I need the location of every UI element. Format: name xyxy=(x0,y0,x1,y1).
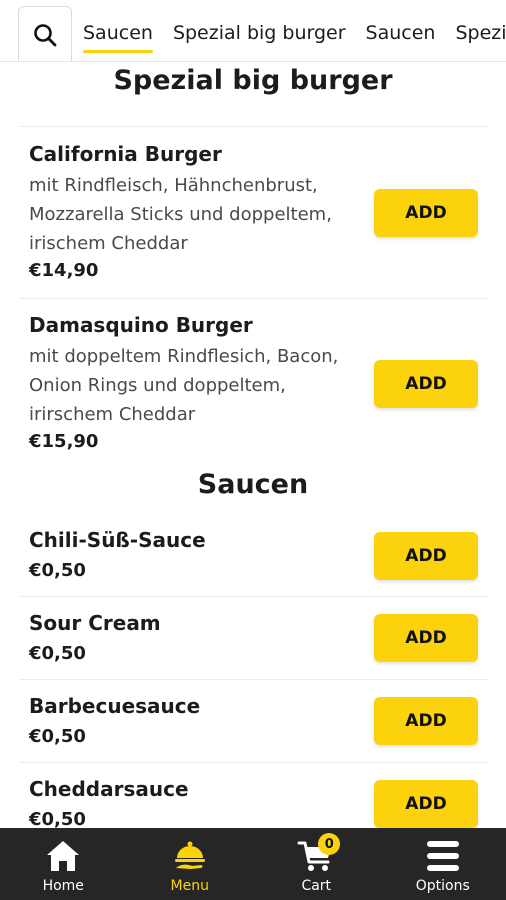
add-button[interactable]: ADD xyxy=(374,780,478,828)
item-description: mit Rindfleisch, Hähnchenbrust, Mozzarel… xyxy=(29,175,332,254)
item-name: Chili-Süß-Sauce xyxy=(29,528,206,552)
item-price: €0,50 xyxy=(29,726,86,747)
item-price: €0,50 xyxy=(29,643,86,664)
tab-saucen[interactable]: Saucen xyxy=(83,0,153,61)
search-button[interactable] xyxy=(18,6,72,61)
section-title-saucen: Saucen xyxy=(197,469,309,500)
category-tab-bar: Saucen Spezial big burger Saucen Spezial… xyxy=(0,0,506,62)
nav-home[interactable]: Home xyxy=(0,828,127,900)
tab-spezial-big-burger[interactable]: Spezial big burger xyxy=(173,0,346,61)
add-button[interactable]: ADD xyxy=(374,189,478,237)
add-button[interactable]: ADD xyxy=(374,360,478,408)
item-name: Sour Cream xyxy=(29,611,161,635)
menu-item: California Burger mit Rindfleisch, Hähnc… xyxy=(20,127,488,298)
nav-label: Cart xyxy=(301,878,332,894)
nav-label: Home xyxy=(42,878,84,894)
tab-spezial-big-burger-2[interactable]: Spezial big burger xyxy=(455,0,506,61)
nav-cart[interactable]: 0 Cart xyxy=(253,828,380,900)
nav-options[interactable]: Options xyxy=(380,828,506,900)
item-name: Barbecuesauce xyxy=(29,694,201,718)
item-name: Damasquino Burger xyxy=(29,313,253,337)
nav-label: Options xyxy=(415,878,470,894)
menu-content[interactable]: Spezial big burger California Burger mit… xyxy=(0,62,506,828)
item-name: California Burger xyxy=(29,142,222,166)
cart-icon: 0 xyxy=(296,833,341,875)
menu-item: Cheddarsauce €0,50 ADD xyxy=(20,763,488,828)
home-icon xyxy=(43,837,83,875)
add-button[interactable]: ADD xyxy=(374,697,478,745)
nav-menu[interactable]: Menu xyxy=(127,828,254,900)
search-icon xyxy=(34,23,57,46)
serving-cloche-icon xyxy=(170,837,210,875)
menu-item: Barbecuesauce €0,50 ADD xyxy=(20,680,488,762)
menu-bars-icon xyxy=(423,837,463,875)
add-button[interactable]: ADD xyxy=(374,532,478,580)
cart-count-badge: 0 xyxy=(318,833,341,855)
item-price: €14,90 xyxy=(29,260,99,281)
item-description: mit doppeltem Rindflesich, Bacon, Onion … xyxy=(29,346,339,425)
menu-item: Damasquino Burger mit doppeltem Rindfles… xyxy=(20,299,488,466)
section-title-burger: Spezial big burger xyxy=(113,65,393,96)
item-price: €15,90 xyxy=(29,431,99,452)
bottom-nav: Home Menu 0 Cart Options xyxy=(0,828,506,900)
item-name: Cheddarsauce xyxy=(29,777,189,801)
item-price: €0,50 xyxy=(29,809,86,828)
nav-label: Menu xyxy=(170,878,209,894)
add-button[interactable]: ADD xyxy=(374,614,478,662)
menu-item: Chili-Süß-Sauce €0,50 ADD xyxy=(20,514,488,596)
menu-item: Sour Cream €0,50 ADD xyxy=(20,597,488,679)
item-price: €0,50 xyxy=(29,560,86,581)
category-tabs: Saucen Spezial big burger Saucen Spezial… xyxy=(83,0,506,61)
tab-saucen-2[interactable]: Saucen xyxy=(366,0,436,61)
